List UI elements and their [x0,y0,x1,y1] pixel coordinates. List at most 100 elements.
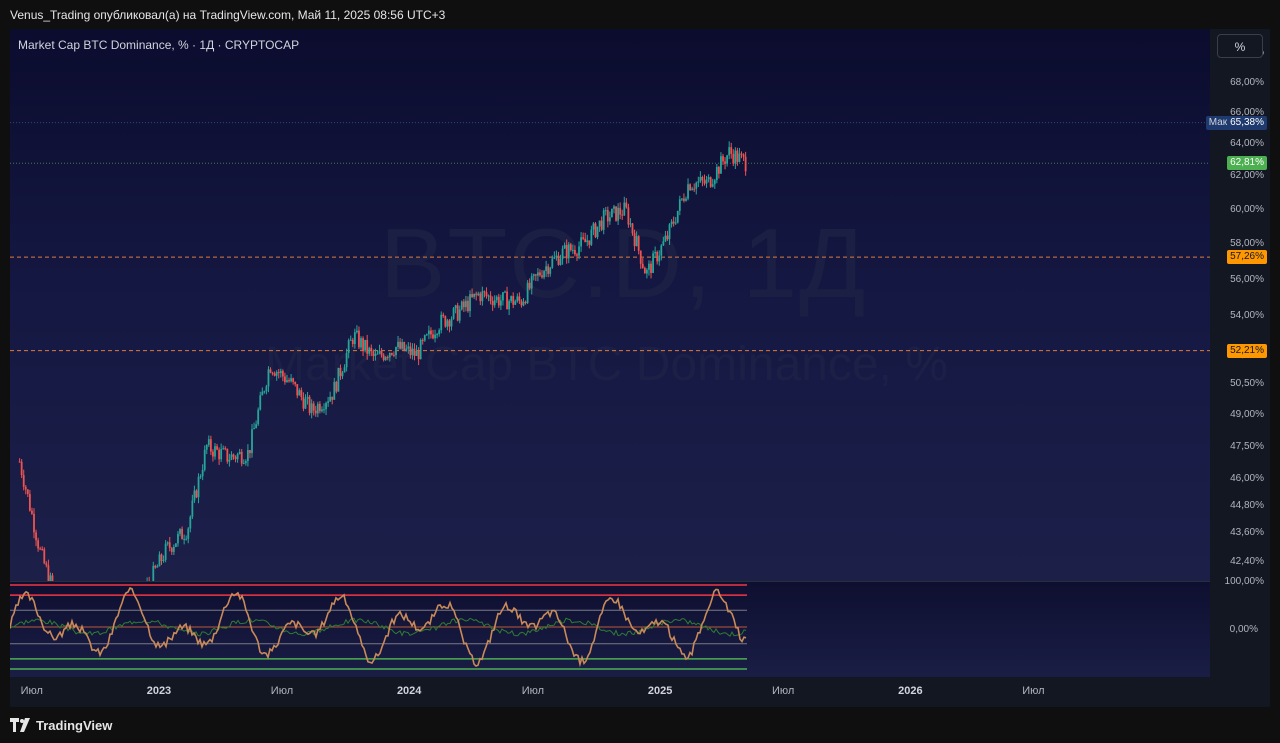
candle [271,371,274,376]
candle-body [189,516,192,529]
candle-body [473,293,476,297]
candle [314,405,317,417]
candle [242,459,245,465]
candle-body [456,305,459,321]
candle [646,268,648,279]
candle [201,464,204,481]
scale-mode-button[interactable]: % [1217,34,1263,58]
chart-frame[interactable]: BTC.D, 1Д Market Cap BTC Dominance, % Ma… [10,29,1270,707]
oscillator-chart[interactable] [10,581,1210,677]
symbol-legend[interactable]: Market Cap BTC Dominance, % · 1Д · CRYPT… [18,38,299,52]
candle [469,290,471,318]
candle [722,153,724,165]
main-price-pane[interactable]: BTC.D, 1Д Market Cap BTC Dominance, % Ma… [10,29,1210,581]
candle-body [547,266,550,274]
candle-body [606,210,609,222]
candle-body [187,528,190,539]
pane-separator[interactable] [10,581,1270,582]
candle [269,367,272,374]
candle-body [497,296,500,306]
candle-body [232,454,235,457]
candle-body [590,229,593,245]
candle-body [409,346,412,356]
candle [333,377,336,400]
candle [460,300,463,311]
candle-body [279,370,282,373]
candle [689,183,691,191]
candle-body [177,533,179,544]
candle-body [425,334,428,336]
candle [650,260,652,279]
candle [199,474,202,479]
candle [251,424,253,458]
candle [347,338,350,359]
candle-body [347,340,350,353]
candle [582,232,585,241]
candlestick-chart[interactable] [10,29,1210,581]
candle-body [701,176,704,181]
candle [212,449,214,462]
candle [584,232,587,243]
candle [419,338,422,360]
candle-body [471,294,473,297]
candle-body [604,210,607,212]
candle [273,371,276,377]
candle-body [205,444,208,450]
candle-body [263,391,266,393]
candle-body [452,308,455,319]
candle-body [253,428,255,430]
candle [214,443,216,460]
candle-body [539,272,541,276]
candle [541,270,543,279]
candle-body [269,369,272,373]
time-axis[interactable]: Июл 2023 Июл 2024 Июл 2025 Июл 2026 Июл [10,677,1270,707]
candle [547,263,550,278]
candle-body [323,409,325,411]
candle-body [403,342,406,351]
candle-body [257,409,260,425]
candle [557,251,560,266]
candle-body [734,150,737,164]
candle [691,186,694,191]
candle [454,304,457,314]
candle [479,291,482,306]
candle-body [687,184,689,199]
candle [234,455,237,463]
candle [526,280,529,305]
candle-body [364,339,367,351]
candle [563,242,566,249]
candle [654,246,657,258]
candle-body [405,348,408,351]
candle-body [288,380,290,382]
candle [380,348,383,358]
candle [298,388,301,396]
candle [288,377,290,383]
candle-body [366,339,369,354]
tradingview-logo[interactable]: TradingView [10,716,112,734]
candle-body [648,263,650,270]
oscillator-pane[interactable] [10,581,1210,677]
price-scale[interactable]: 70,00%68,00%66,00%64,00%62,00%60,00%58,0… [1205,29,1270,677]
candle [549,266,552,277]
candle [327,396,330,407]
candle-body [672,221,675,224]
candle [356,325,358,334]
time-tick-label: 2026 [898,685,923,697]
candle [304,394,307,410]
candle [637,235,640,255]
candle-body [487,295,490,297]
candle-body [222,448,225,450]
candle [740,151,743,159]
candle [421,338,424,345]
candle [489,291,492,305]
candle-body [395,347,397,356]
candle [678,195,681,216]
candle-body [551,258,554,268]
candle [635,231,638,247]
candle-body [722,156,724,162]
candle [742,153,745,162]
candle-body [526,282,529,303]
candle [683,193,685,203]
price-tick-label: 60,00% [1230,203,1264,215]
candle [534,273,537,282]
